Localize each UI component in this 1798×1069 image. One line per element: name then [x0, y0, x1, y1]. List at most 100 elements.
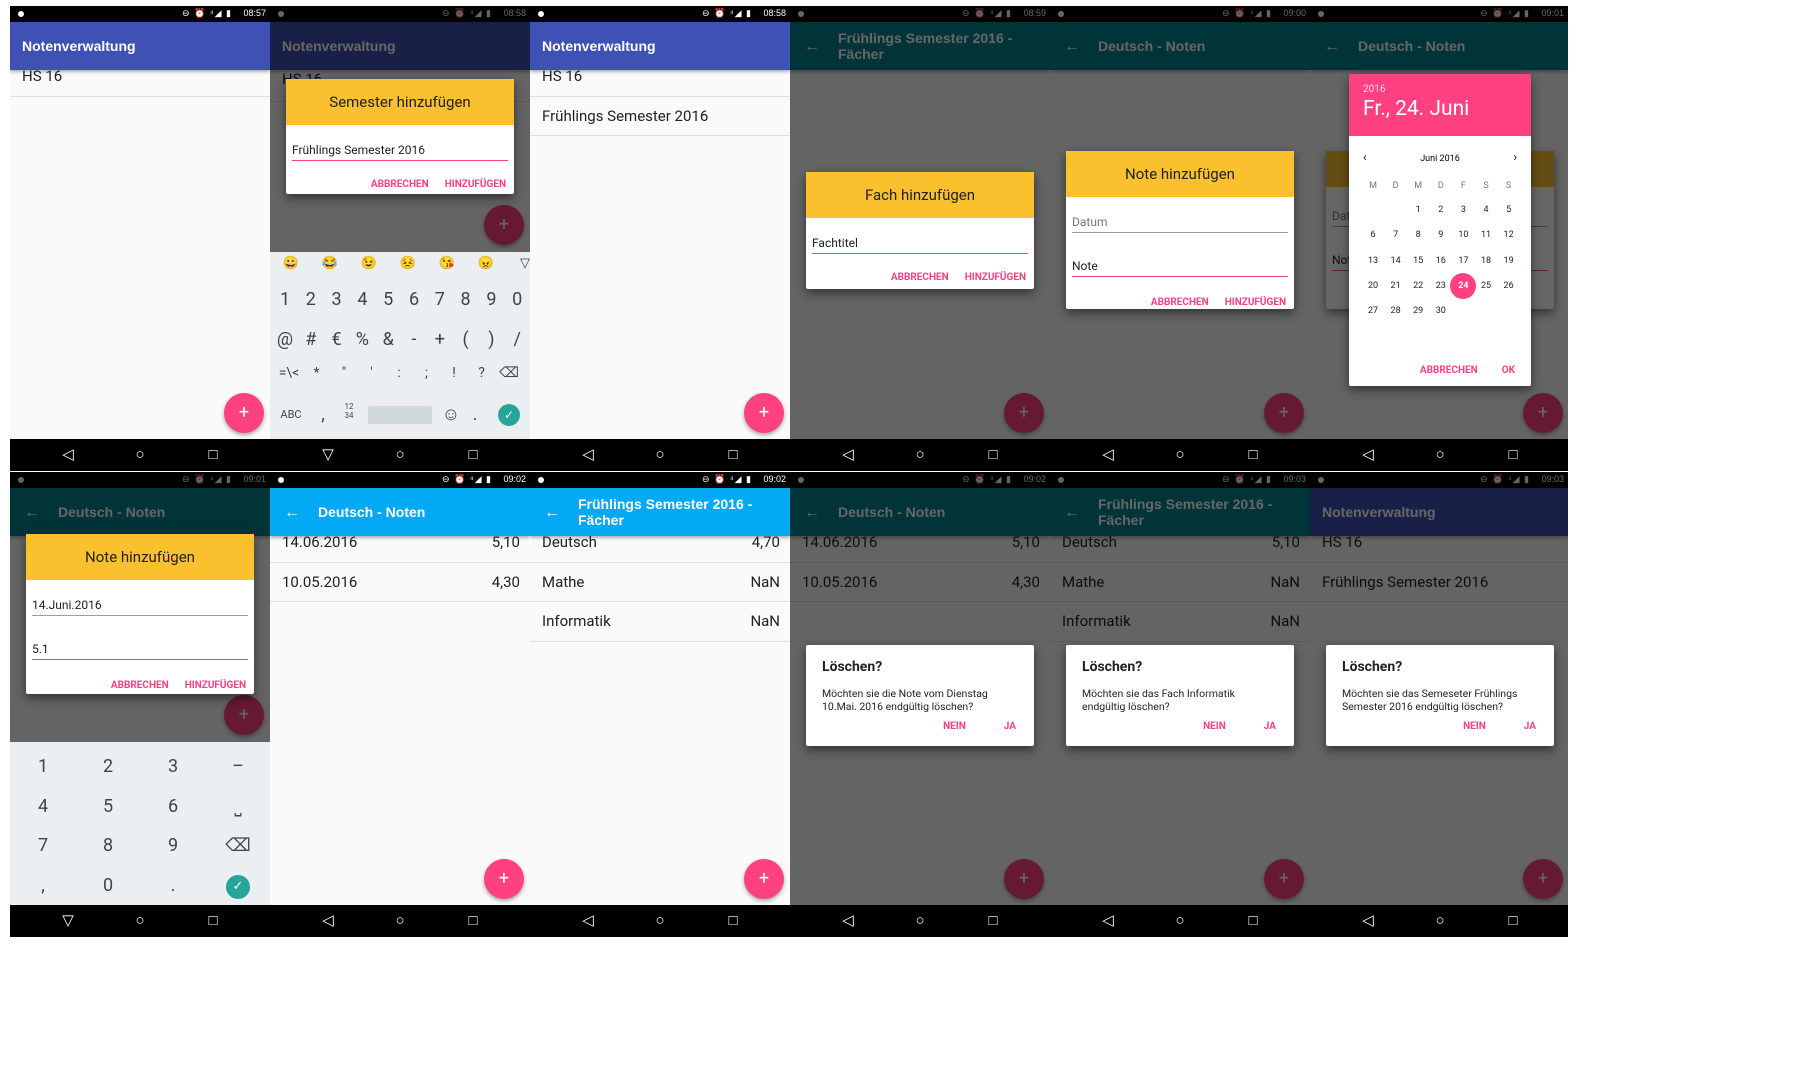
key[interactable]: ! [439, 365, 469, 381]
subject-title-input[interactable]: Fachtitel [812, 232, 1028, 254]
list-item[interactable]: Deutsch 4,70 [530, 523, 790, 563]
no-button[interactable]: NEIN [943, 721, 966, 732]
chevron-right-icon[interactable]: › [1513, 150, 1517, 164]
add-fab-plus-icon[interactable]: + [744, 859, 784, 899]
cancel-button[interactable]: ABBRECHEN [1151, 297, 1209, 308]
add-fab-plus-icon[interactable]: + [744, 393, 784, 433]
key[interactable]: / [502, 329, 530, 350]
add-fab-plus-icon[interactable]: + [224, 393, 264, 433]
nav-recent-icon[interactable]: □ [203, 911, 223, 929]
yes-button[interactable]: JA [1524, 721, 1536, 732]
nav-recent-icon[interactable]: □ [723, 445, 743, 463]
key[interactable]: ' [357, 365, 387, 381]
keypad-key[interactable]: 2 [93, 756, 123, 777]
emoji-key[interactable]: 😠 [471, 256, 501, 271]
nav-back-icon[interactable]: ◁ [578, 911, 598, 929]
key[interactable]: =\< [274, 365, 304, 381]
ok-button[interactable]: OK [1502, 365, 1515, 376]
keypad-key[interactable]: 6 [158, 796, 188, 817]
key[interactable]: * [302, 365, 332, 381]
calendar-day[interactable]: 12 [1496, 230, 1522, 240]
cancel-button[interactable]: ABBRECHEN [891, 272, 949, 283]
nav-recent-icon[interactable]: □ [723, 911, 743, 929]
nav-recent-icon[interactable]: □ [1243, 445, 1263, 463]
numpad-key[interactable]: 12 34 [334, 402, 364, 420]
nav-back-icon[interactable]: ◁ [838, 445, 858, 463]
list-item[interactable]: 14.06.2016 5,10 [270, 523, 530, 563]
nav-back-icon[interactable]: ▽ [318, 445, 338, 463]
nav-recent-icon[interactable]: □ [983, 445, 1003, 463]
nav-home-icon[interactable]: ○ [910, 445, 930, 463]
keypad-key[interactable]: , [28, 875, 58, 896]
emoji-key[interactable]: 😘 [432, 256, 462, 271]
calendar-day[interactable]: 30 [1428, 306, 1454, 316]
nav-home-icon[interactable]: ○ [910, 911, 930, 929]
keypad-key[interactable]: ⌫ [223, 835, 253, 856]
nav-home-icon[interactable]: ○ [1170, 911, 1190, 929]
calendar-day[interactable]: 19 [1496, 256, 1522, 266]
key[interactable]: " [329, 365, 359, 381]
calendar-day[interactable]: 26 [1496, 281, 1522, 291]
no-button[interactable]: NEIN [1463, 721, 1486, 732]
nav-home-icon[interactable]: ○ [130, 911, 150, 929]
list-item[interactable]: Frühlings Semester 2016 [530, 97, 790, 136]
list-item[interactable]: HS 16 [10, 57, 270, 97]
nav-recent-icon[interactable]: □ [1503, 911, 1523, 929]
keypad-key[interactable]: 1 [28, 756, 58, 777]
add-button[interactable]: HINZUFÜGEN [965, 272, 1026, 283]
nav-back-icon[interactable]: ◁ [1098, 911, 1118, 929]
key[interactable]: ; [412, 365, 442, 381]
nav-back-icon[interactable]: ◁ [578, 445, 598, 463]
list-item[interactable]: 10.05.2016 4,30 [270, 563, 530, 602]
nav-recent-icon[interactable]: □ [1243, 911, 1263, 929]
calendar-day[interactable]: 5 [1496, 205, 1522, 215]
keypad-key[interactable]: 3 [158, 756, 188, 777]
nav-back-icon[interactable]: ◁ [838, 911, 858, 929]
add-button[interactable]: HINZUFÜGEN [1225, 297, 1286, 308]
nav-recent-icon[interactable]: □ [463, 445, 483, 463]
keypad-key[interactable]: 5 [93, 796, 123, 817]
emoji-key[interactable]: ▽ [510, 256, 530, 271]
done-key-check-icon[interactable]: ✓ [498, 404, 520, 426]
grade-input[interactable]: 5.1 [32, 638, 248, 660]
grade-input[interactable]: Note [1072, 255, 1288, 277]
back-arrow-icon[interactable]: ← [544, 502, 560, 522]
keypad-key[interactable]: 9 [158, 835, 188, 856]
nav-home-icon[interactable]: ○ [650, 445, 670, 463]
keypad-key[interactable]: 8 [93, 835, 123, 856]
list-item[interactable]: Mathe NaN [530, 563, 790, 602]
nav-back-icon[interactable]: ◁ [1358, 445, 1378, 463]
emoji-key[interactable]: 😀 [276, 256, 306, 271]
abc-key[interactable]: ABC [276, 408, 306, 421]
nav-home-icon[interactable]: ○ [390, 911, 410, 929]
cancel-button[interactable]: ABBRECHEN [111, 680, 169, 691]
key[interactable]: 0 [502, 289, 530, 310]
nav-back-icon[interactable]: ◁ [1098, 445, 1118, 463]
space-key[interactable] [368, 406, 432, 424]
key[interactable]: ? [467, 365, 497, 381]
nav-home-icon[interactable]: ○ [1170, 445, 1190, 463]
keypad-key[interactable]: 0 [93, 875, 123, 896]
yes-button[interactable]: JA [1264, 721, 1276, 732]
yes-button[interactable]: JA [1004, 721, 1016, 732]
date-input[interactable]: 14.Juni.2016 [32, 594, 248, 616]
cancel-button[interactable]: ABBRECHEN [1420, 365, 1478, 376]
nav-recent-icon[interactable]: □ [1503, 445, 1523, 463]
nav-recent-icon[interactable]: □ [203, 445, 223, 463]
emoji-key[interactable]: 😂 [315, 256, 345, 271]
done-check-icon[interactable]: ✓ [226, 874, 250, 899]
keypad-key[interactable]: 4 [28, 796, 58, 817]
period-key[interactable]: . [460, 404, 490, 425]
keypad-key[interactable]: . [158, 875, 188, 896]
nav-back-icon[interactable]: ◁ [58, 445, 78, 463]
keypad-key[interactable]: 7 [28, 835, 58, 856]
nav-recent-icon[interactable]: □ [463, 911, 483, 929]
nav-back-icon[interactable]: ▽ [58, 911, 78, 929]
nav-recent-icon[interactable]: □ [983, 911, 1003, 929]
list-item[interactable]: Informatik NaN [530, 602, 790, 642]
semester-input[interactable]: Frühlings Semester 2016 [292, 139, 508, 161]
key[interactable]: : [384, 365, 414, 381]
emoji-key[interactable]: 😉 [354, 256, 384, 271]
key[interactable]: ⌫ [494, 365, 524, 381]
keypad-key[interactable]: ⎵ [223, 796, 253, 817]
